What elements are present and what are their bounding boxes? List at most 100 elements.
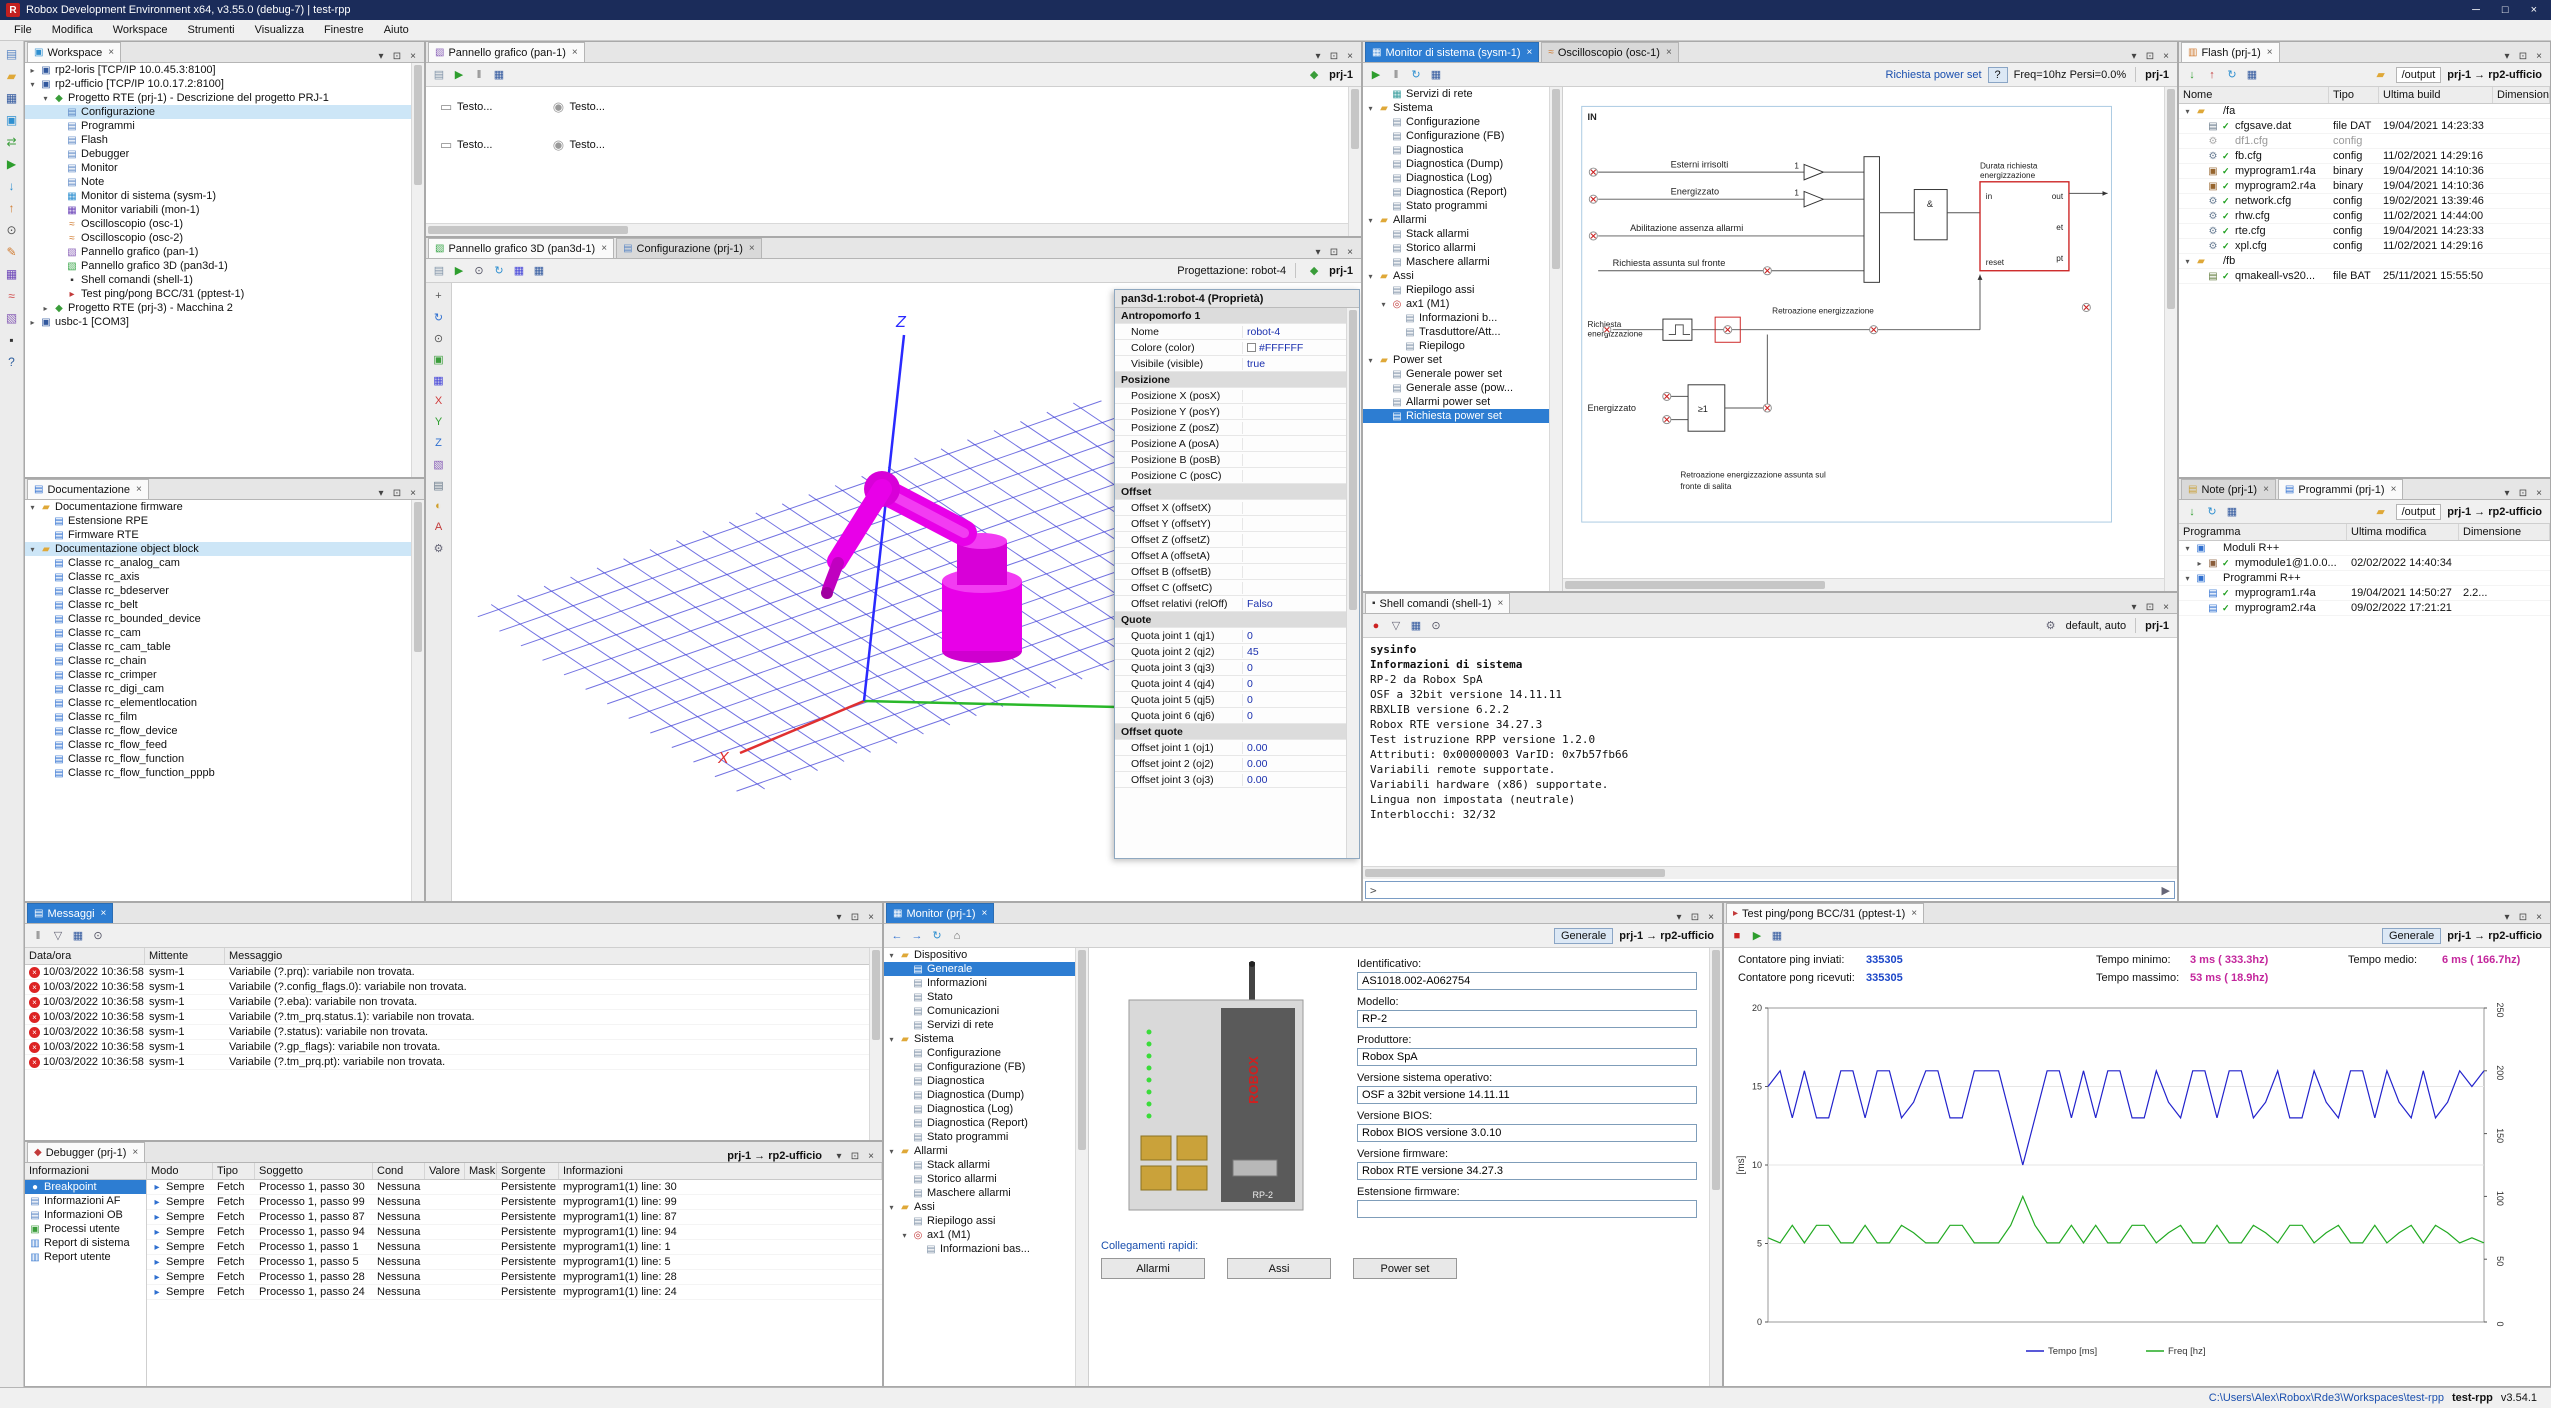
- panel-close-icon[interactable]: ×: [2532, 912, 2546, 923]
- property-row[interactable]: Offset joint 3 (oj3)0.00: [1115, 772, 1359, 788]
- filter-icon[interactable]: ▽: [1387, 617, 1405, 635]
- tree-item[interactable]: ▤Diagnostica (Report): [1363, 185, 1562, 199]
- tab-close-icon[interactable]: ×: [132, 1147, 138, 1158]
- tree-item[interactable]: ▸◆Progetto RTE (prj-3) - Macchina 2: [25, 301, 424, 315]
- panel-close-icon[interactable]: ×: [864, 1151, 878, 1162]
- panel-float-icon[interactable]: ⊡: [2143, 51, 2157, 62]
- property-value[interactable]: 0: [1243, 630, 1359, 642]
- tab[interactable]: ▪Shell comandi (shell-1)×: [1365, 593, 1510, 613]
- tree-item[interactable]: ▤Storico allarmi: [884, 1172, 1088, 1186]
- refresh-icon[interactable]: ↻: [2203, 503, 2221, 521]
- column-header[interactable]: Informazioni: [559, 1163, 882, 1179]
- flash-file-row[interactable]: ⚙✓rte.cfgconfig19/04/2021 14:23:33: [2179, 224, 2550, 239]
- collapse-arrow-icon[interactable]: ▾: [1366, 104, 1375, 113]
- collapse-arrow-icon[interactable]: ▾: [2183, 257, 2192, 266]
- page-chip[interactable]: Generale: [2382, 928, 2441, 944]
- flash-file-row[interactable]: ▣✓myprogram2.r4abinary19/04/2021 14:10:3…: [2179, 179, 2550, 194]
- scrollbar[interactable]: [411, 500, 424, 901]
- oscilloscope-icon[interactable]: ≈: [3, 287, 21, 305]
- breakpoint-row[interactable]: ▸SempreFetchProcesso 1, passo 28NessunaP…: [147, 1270, 882, 1285]
- tree-item[interactable]: ▤Classe rc_flow_function: [25, 752, 424, 766]
- scrollbar[interactable]: [1563, 578, 2164, 591]
- scrollbar[interactable]: [1346, 308, 1359, 858]
- tree-item[interactable]: ▾▰Documentazione object block: [25, 542, 424, 556]
- panel-close-icon[interactable]: ×: [1704, 912, 1718, 923]
- save-icon[interactable]: ▦: [490, 66, 508, 84]
- refresh-icon[interactable]: ↻: [490, 262, 508, 280]
- menu-modifica[interactable]: Modifica: [42, 20, 103, 41]
- property-group[interactable]: Offset: [1115, 484, 1359, 500]
- tree-item[interactable]: ▸Test ping/pong BCC/31 (pptest-1): [25, 287, 424, 301]
- orbit-icon[interactable]: ↻: [430, 308, 448, 326]
- record-icon[interactable]: ●: [1367, 617, 1385, 635]
- device-field-input[interactable]: [1357, 972, 1697, 990]
- workspace-path[interactable]: C:\Users\Alex\Robox\Rde3\Workspaces\test…: [2209, 1392, 2444, 1404]
- property-value[interactable]: 0.00: [1243, 774, 1359, 786]
- tab[interactable]: ▧Pannello grafico 3D (pan3d-1)×: [428, 238, 614, 258]
- tab-close-icon[interactable]: ×: [1911, 908, 1917, 919]
- tab-close-icon[interactable]: ×: [101, 908, 107, 919]
- device-field-input[interactable]: [1357, 1162, 1697, 1180]
- program-row[interactable]: ▾▣Programmi R++: [2179, 571, 2550, 586]
- edit-icon[interactable]: ✎: [3, 243, 21, 261]
- panel-menu-icon[interactable]: ▾: [2500, 51, 2514, 62]
- column-header[interactable]: Tipo: [213, 1163, 255, 1179]
- column-header[interactable]: Modo: [147, 1163, 213, 1179]
- panel-float-icon[interactable]: ⊡: [1327, 247, 1341, 258]
- tree-item[interactable]: ▤Configurazione: [25, 105, 424, 119]
- column-header[interactable]: Messaggio: [225, 948, 882, 964]
- property-value[interactable]: 0: [1243, 662, 1359, 674]
- expand-arrow-icon[interactable]: ▸: [28, 66, 37, 75]
- grid-icon[interactable]: ▦: [430, 371, 448, 389]
- breakpoint-row[interactable]: ▸SempreFetchProcesso 1, passo 94NessunaP…: [147, 1225, 882, 1240]
- panel-menu-icon[interactable]: ▾: [2500, 488, 2514, 499]
- property-row[interactable]: Offset A (offsetA): [1115, 548, 1359, 564]
- breakpoint-row[interactable]: ▸SempreFetchProcesso 1, passo 30NessunaP…: [147, 1180, 882, 1195]
- property-row[interactable]: Nomerobot-4: [1115, 324, 1359, 340]
- tree-item[interactable]: ▤Classe rc_bdeserver: [25, 584, 424, 598]
- page-icon[interactable]: ▤: [430, 262, 448, 280]
- down-icon[interactable]: ↓: [2183, 66, 2201, 84]
- close-button[interactable]: ×: [2531, 4, 2537, 16]
- device-field-input[interactable]: [1357, 1010, 1697, 1028]
- collapse-arrow-icon[interactable]: ▾: [2183, 107, 2192, 116]
- property-group[interactable]: Antropomorfo 1: [1115, 308, 1359, 324]
- page-link[interactable]: Richiesta power set: [1886, 69, 1982, 81]
- play-icon[interactable]: ▶: [450, 66, 468, 84]
- new-document-icon[interactable]: ▤: [3, 45, 21, 63]
- pan1-item[interactable]: ◉Testo...: [552, 99, 604, 115]
- tab-close-icon[interactable]: ×: [1666, 47, 1672, 58]
- property-group[interactable]: Offset quote: [1115, 724, 1359, 740]
- tab[interactable]: ▥Flash (prj-1)×: [2181, 42, 2280, 62]
- tree-item[interactable]: ▤Storico allarmi: [1363, 241, 1562, 255]
- tree-item[interactable]: ▤Classe rc_axis: [25, 570, 424, 584]
- help-icon[interactable]: ?: [3, 353, 21, 371]
- save-icon[interactable]: ▦: [530, 262, 548, 280]
- flash-file-row[interactable]: ▾▰/fb: [2179, 254, 2550, 269]
- tree-item[interactable]: ≈Oscilloscopio (osc-2): [25, 231, 424, 245]
- snapshot-icon[interactable]: ▤: [430, 476, 448, 494]
- column-header[interactable]: Dimensione: [2459, 524, 2550, 540]
- scrollbar[interactable]: [411, 63, 424, 477]
- breakpoint-row[interactable]: ▸SempreFetchProcesso 1, passo 1NessunaPe…: [147, 1240, 882, 1255]
- device-field-input[interactable]: [1357, 1048, 1697, 1066]
- message-row[interactable]: ×10/03/2022 10:36:58sysm-1Variabile (?.t…: [25, 1010, 882, 1025]
- panel-close-icon[interactable]: ×: [2532, 51, 2546, 62]
- property-row[interactable]: Quota joint 6 (qj6)0: [1115, 708, 1359, 724]
- panel-float-icon[interactable]: ⊡: [848, 912, 862, 923]
- view-z-icon[interactable]: Z: [430, 434, 448, 452]
- property-row[interactable]: Posizione Z (posZ): [1115, 420, 1359, 436]
- sidebar-item[interactable]: ▣Processi utente: [25, 1222, 146, 1236]
- flash-file-row[interactable]: ⚙df1.cfgconfig: [2179, 134, 2550, 149]
- search-icon[interactable]: ⊙: [3, 221, 21, 239]
- shell-command-input[interactable]: [1381, 884, 2158, 897]
- property-value[interactable]: 0.00: [1243, 758, 1359, 770]
- tree-item[interactable]: ▤Classe rc_belt: [25, 598, 424, 612]
- column-header[interactable]: Programma: [2179, 524, 2347, 540]
- column-header[interactable]: Mittente: [145, 948, 225, 964]
- scrollbar[interactable]: [1075, 948, 1088, 1386]
- shell-output[interactable]: sysinfoInformazioni di sistemaRP-2 da Ro…: [1363, 638, 2177, 868]
- back-icon[interactable]: ←: [888, 927, 906, 945]
- build-icon[interactable]: ▶: [3, 155, 21, 173]
- save-icon[interactable]: ▦: [1427, 66, 1445, 84]
